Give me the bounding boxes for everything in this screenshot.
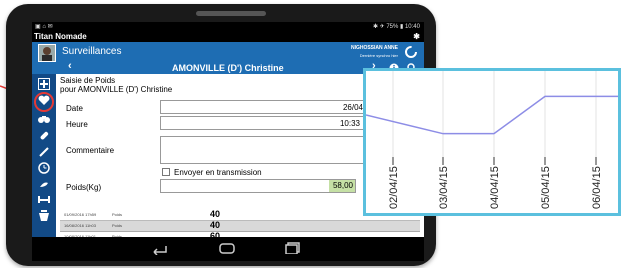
x-tick-label: 03/04/15 — [438, 166, 450, 209]
transmission-checkbox[interactable] — [162, 168, 170, 176]
x-tick-label: 06/04/15 — [591, 166, 603, 209]
transmission-label: Envoyer en transmission — [174, 168, 262, 177]
back-arrow-icon[interactable]: ‹ — [68, 60, 72, 72]
history-date: 01/09/2016 17h59 — [64, 212, 97, 217]
speaker-notch — [196, 11, 266, 16]
history-type: Poids — [112, 223, 123, 228]
cup-icon[interactable] — [36, 210, 52, 224]
home-icon[interactable] — [218, 242, 236, 254]
date-field[interactable]: 26/04/2017 — [160, 100, 388, 114]
binoculars-icon[interactable] — [36, 114, 52, 128]
heart-icon[interactable] — [36, 95, 52, 109]
sync-status: Dernière synchro hier — [359, 53, 398, 58]
weight-chart: 02/04/15 03/04/15 04/04/15 05/04/15 06/04/15 — [366, 71, 618, 209]
status-bar: ▣ ⌂ ✉ ✱ ✈ 75% ▮ 10:40 — [32, 22, 424, 32]
patient-name: AMONVILLE (D') Christine — [172, 63, 284, 73]
history-value: 40 — [210, 220, 221, 230]
sync-icon[interactable] — [404, 45, 418, 59]
history-row[interactable]: 16/08/2016 11h03 Poids 40 — [60, 220, 420, 232]
user-name: NIGHOSSIAN ANNE — [350, 45, 398, 51]
history-type: Poids — [112, 212, 123, 217]
pill-icon[interactable] — [36, 130, 52, 144]
form-heading: Saisie de Poids — [60, 76, 116, 85]
status-right: ✱ ✈ 75% ▮ 10:40 — [372, 24, 420, 30]
status-left-icons: ▣ ⌂ ✉ — [35, 24, 53, 30]
time-label: Heure — [66, 120, 88, 129]
comment-field[interactable] — [160, 136, 388, 164]
weight-label: Poids(Kg) — [66, 183, 102, 192]
app-title: Titan Nomade — [34, 32, 87, 41]
date-label: Date — [66, 104, 83, 113]
android-nav-bar — [32, 237, 424, 261]
chart-zoom-inset: 02/04/15 03/04/15 04/04/15 05/04/15 06/04/15 — [363, 68, 621, 216]
x-tick-label: 05/04/15 — [540, 166, 552, 209]
bluetooth-icon: ✱ — [413, 32, 420, 41]
weight-field[interactable]: 58,00 — [160, 179, 356, 193]
clock-icon[interactable] — [36, 162, 52, 176]
form-subheading: pour AMONVILLE (D') Christine — [60, 85, 173, 94]
history-value: 40 — [210, 209, 221, 219]
time-field[interactable]: 10:33 — [160, 116, 365, 130]
add-icon[interactable] — [36, 78, 52, 92]
comment-label: Commentaire — [66, 146, 115, 155]
recent-apps-icon[interactable] — [284, 242, 302, 254]
syringe-icon[interactable] — [36, 178, 52, 192]
header-title: Surveillances — [62, 46, 122, 57]
history-date: 16/08/2016 11h03 — [64, 223, 96, 228]
app-title-bar: Titan Nomade ✱ — [32, 32, 424, 42]
app-header: Surveillances NIGHOSSIAN ANNE Dernière s… — [32, 42, 424, 62]
avatar[interactable] — [38, 44, 56, 62]
x-tick-label: 02/04/15 — [388, 166, 400, 209]
weight-value: 58,00 — [329, 180, 355, 192]
x-tick-label: 04/04/15 — [489, 166, 501, 209]
pen-icon[interactable] — [36, 146, 52, 160]
sidebar — [32, 74, 56, 237]
bed-icon[interactable] — [36, 194, 52, 208]
weight-series-line — [366, 95, 618, 135]
back-icon[interactable] — [150, 243, 168, 255]
